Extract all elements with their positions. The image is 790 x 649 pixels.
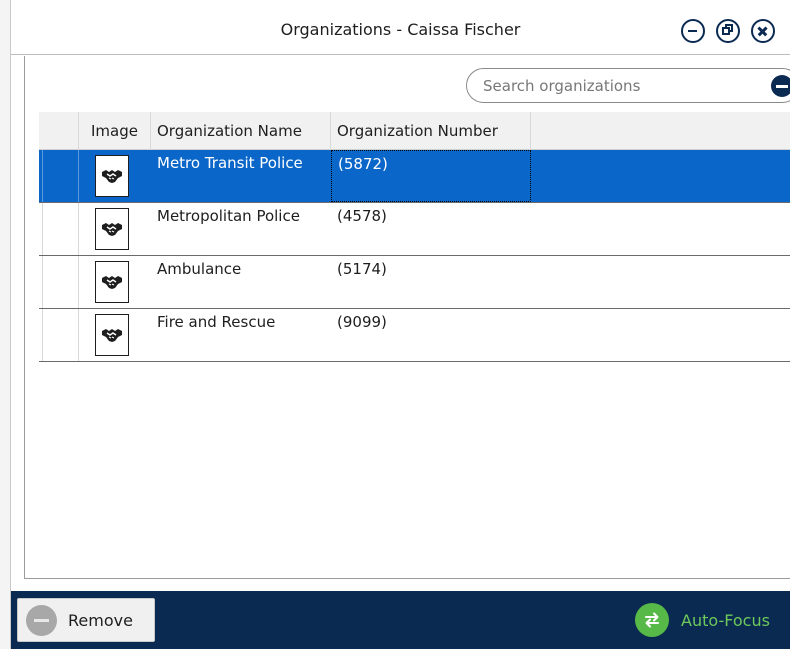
table-row[interactable]: Ambulance (5174) [39, 256, 790, 309]
bottom-toolbar: Remove Auto-Focus [11, 591, 790, 649]
table-row[interactable]: Metro Transit Police (5872) [39, 150, 790, 203]
organization-name: Fire and Rescue [157, 313, 276, 331]
close-circle-icon[interactable] [751, 19, 775, 43]
search-input[interactable] [483, 75, 743, 97]
organization-number: (5174) [337, 260, 387, 278]
auto-focus-button[interactable]: Auto-Focus [635, 598, 790, 642]
column-header-image[interactable]: Image [79, 112, 151, 150]
minus-circle-icon [26, 605, 57, 636]
organizations-grid: Image Organization Name Organization Num… [39, 112, 790, 362]
minimize-circle-icon[interactable] [681, 19, 705, 43]
table-row[interactable]: Metropolitan Police (4578) [39, 203, 790, 256]
handshake-icon [102, 276, 122, 289]
swap-arrows-icon [635, 603, 669, 637]
window-title: Organizations - Caissa Fischer [280, 20, 521, 39]
organization-number: (9099) [337, 313, 387, 331]
organization-image [95, 261, 129, 303]
organization-name: Ambulance [157, 260, 242, 278]
restore-circle-icon[interactable] [716, 19, 740, 43]
organization-number[interactable]: (5872) [331, 150, 531, 202]
handshake-icon [102, 329, 122, 342]
organization-image [95, 314, 129, 356]
row-selector[interactable] [39, 256, 79, 308]
table-row[interactable]: Fire and Rescue (9099) [39, 309, 790, 362]
remove-button-label: Remove [68, 611, 133, 630]
header-row-selector [39, 112, 79, 150]
column-header-organization-number[interactable]: Organization Number [331, 112, 531, 150]
remove-button[interactable]: Remove [17, 598, 155, 642]
search-box [466, 68, 790, 103]
handshake-icon [102, 170, 122, 183]
organization-image [95, 208, 129, 250]
organization-name: Metro Transit Police [157, 154, 303, 172]
organization-number: (4578) [337, 207, 387, 225]
auto-focus-label: Auto-Focus [681, 611, 770, 630]
title-bar: Organizations - Caissa Fischer [11, 9, 790, 55]
organization-name: Metropolitan Police [157, 207, 300, 225]
row-selector[interactable] [39, 203, 79, 255]
row-selector[interactable] [39, 150, 79, 202]
organizations-window: Organizations - Caissa Fischer Image Org… [0, 0, 790, 649]
column-header-organization-name[interactable]: Organization Name [151, 112, 331, 150]
grid-header: Image Organization Name Organization Num… [39, 112, 790, 150]
minus-circle-icon[interactable] [771, 75, 790, 97]
content-panel: Image Organization Name Organization Num… [24, 56, 790, 579]
row-selector[interactable] [39, 309, 79, 361]
organization-image [95, 155, 129, 197]
handshake-icon [102, 223, 122, 236]
window-left-edge [0, 0, 11, 649]
